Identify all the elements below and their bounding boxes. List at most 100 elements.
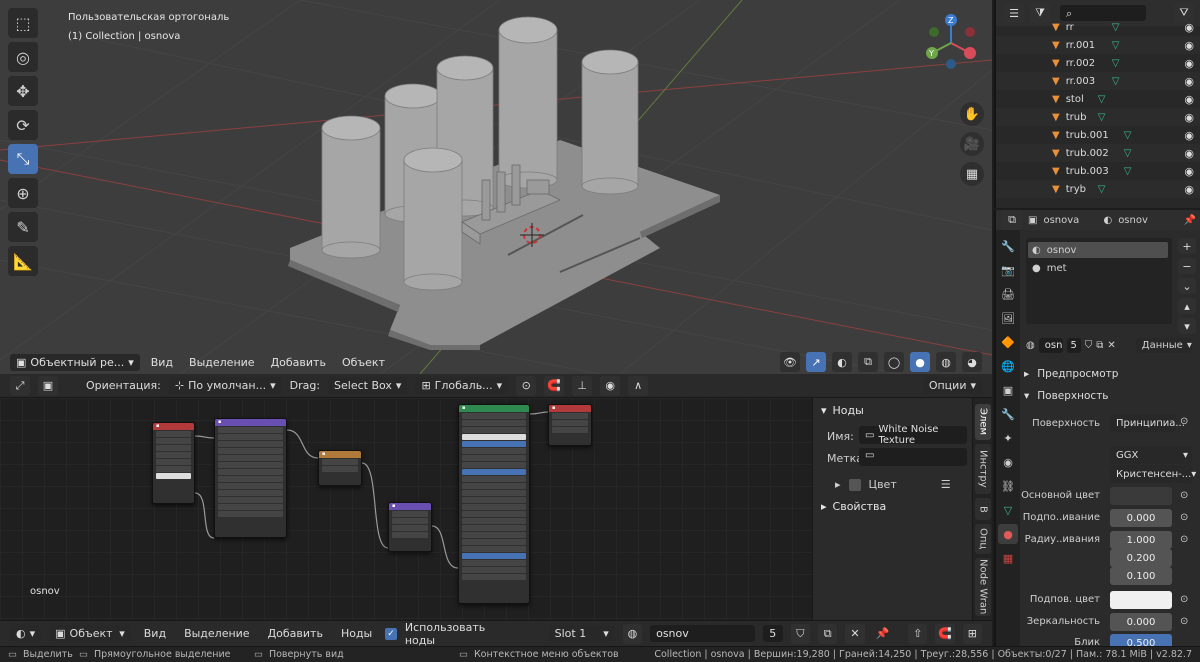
texture-coordinate-node[interactable]: ▪	[152, 422, 195, 504]
overlay-icon[interactable]: ◐	[832, 352, 852, 372]
color-checkbox[interactable]	[848, 478, 861, 491]
render-tab-icon[interactable]: 📷	[998, 260, 1018, 280]
eye-icon[interactable]: ◉	[1184, 93, 1194, 106]
grid-icon[interactable]: ▦	[960, 162, 984, 186]
slot-menu-button[interactable]: ⌄	[1178, 278, 1196, 294]
options-dropdown[interactable]: Опции ▾	[922, 377, 982, 394]
texture-tab-icon[interactable]: ▦	[998, 548, 1018, 568]
eye-icon[interactable]: ◉	[1184, 165, 1194, 178]
eye-icon[interactable]: ◉	[1184, 21, 1194, 34]
eye-icon[interactable]: ◉	[1184, 147, 1194, 160]
drag-dropdown[interactable]: Select Box ▾	[328, 377, 408, 394]
separate-node[interactable]: ▪	[318, 450, 362, 486]
link-dropdown[interactable]: Данные ▾	[1135, 338, 1192, 353]
eye-icon[interactable]: ◉	[1184, 57, 1194, 70]
falloff-icon[interactable]: ∧	[628, 375, 649, 396]
menu-view[interactable]: Вид	[139, 625, 171, 642]
rotate-tool-icon[interactable]: ⟳	[8, 110, 38, 140]
select-tool-icon[interactable]: ⬚	[8, 8, 38, 38]
proportional-edit-icon[interactable]: ◉	[600, 375, 621, 396]
xray-icon[interactable]: ⧉	[858, 352, 878, 372]
parent-node-icon[interactable]: ⇧	[908, 623, 928, 644]
gizmo-toggle-icon[interactable]: ↗	[806, 352, 826, 372]
navigation-gizmo[interactable]: Z Y	[920, 10, 982, 72]
close-icon[interactable]: ✕	[1107, 340, 1115, 351]
material-output-node[interactable]: ▪	[548, 404, 592, 446]
surface-shader-dropdown[interactable]: Принципиа...	[1110, 414, 1185, 432]
link-socket-icon[interactable]: ⊙	[1180, 490, 1188, 501]
scene-tab-icon[interactable]: 🔶	[998, 332, 1018, 352]
principled-bsdf-node[interactable]: ▪	[458, 404, 530, 604]
list-item[interactable]: ◐ osnov	[1028, 242, 1168, 258]
list-icon[interactable]: ☰	[941, 478, 951, 491]
close-icon[interactable]: ✕	[845, 623, 865, 644]
solid-shading-icon[interactable]: ●	[910, 352, 930, 372]
tab-tool[interactable]: Инстру	[975, 444, 991, 494]
white-noise-node[interactable]: ▪	[388, 502, 432, 552]
move-tool-icon[interactable]: ✥	[8, 76, 38, 106]
snap-mode-icon[interactable]: ⊞	[962, 623, 983, 644]
color-subpanel[interactable]: ▸ Цвет ☰	[835, 478, 951, 491]
particles-tab-icon[interactable]: ✦	[998, 428, 1018, 448]
transform-orientation-dropdown[interactable]: ⊞ Глобаль... ▾	[415, 377, 509, 394]
list-item[interactable]: ▼ tryb ▽ ◉	[996, 180, 1200, 198]
mode-dropdown[interactable]: ▣ Объектный ре... ▾	[10, 353, 140, 371]
list-item[interactable]: ● met	[1028, 260, 1168, 276]
node-name-field[interactable]: ▭ White Noise Texture	[859, 424, 967, 446]
add-slot-button[interactable]: +	[1178, 238, 1196, 254]
3d-viewport[interactable]: Пользовательская ортогональ (1) Collecti…	[0, 0, 992, 374]
material-field[interactable]: osn	[1038, 338, 1063, 353]
user-count[interactable]: 5	[762, 625, 783, 642]
object-tab-icon[interactable]: ▣	[998, 380, 1018, 400]
cursor-tool-icon[interactable]: ◎	[8, 42, 38, 72]
move-down-button[interactable]: ▾	[1178, 318, 1196, 334]
link-socket-icon[interactable]: ⊙	[1180, 594, 1188, 605]
list-item[interactable]: ▼ rr.003 ▽ ◉	[996, 72, 1200, 90]
wireframe-shading-icon[interactable]: ◯	[884, 352, 904, 372]
shader-settings-icon[interactable]: ⊙	[1180, 416, 1188, 427]
menu-view[interactable]: Вид	[146, 354, 178, 371]
specular-value[interactable]: 0.000	[1110, 613, 1172, 631]
material-browse-icon[interactable]: ◍	[1026, 340, 1035, 351]
use-nodes-checkbox[interactable]: ✓	[385, 627, 397, 640]
transform-icon[interactable]: ⤢	[10, 375, 30, 396]
menu-select[interactable]: Выделение	[179, 625, 255, 642]
data-tab-icon[interactable]: ▽	[998, 500, 1018, 520]
shader-type-dropdown[interactable]: ▣ Объект ▾	[49, 625, 131, 642]
list-item[interactable]: ▼ stol ▽ ◉	[996, 90, 1200, 108]
properties-section-header[interactable]: ▸ Свойства	[821, 500, 886, 513]
subsurface-method-dropdown[interactable]: Кристенсен-... ▾	[1110, 465, 1196, 483]
snap-icon[interactable]: 🧲	[544, 375, 565, 396]
link-socket-icon[interactable]: ⊙	[1180, 534, 1188, 545]
menu-add[interactable]: Добавить	[263, 625, 328, 642]
eye-icon[interactable]: ◉	[1184, 129, 1194, 142]
eye-icon[interactable]: ◉	[1184, 39, 1194, 52]
snap-target-icon[interactable]: ⊥	[572, 375, 593, 396]
physics-tab-icon[interactable]: ◉	[998, 452, 1018, 472]
tab-node-wrangler[interactable]: Node Wran	[975, 558, 991, 616]
eye-icon[interactable]: ◉	[1184, 183, 1194, 196]
remove-slot-button[interactable]: −	[1178, 258, 1196, 274]
move-up-button[interactable]: ▴	[1178, 298, 1196, 314]
eye-icon[interactable]: ◉	[1184, 111, 1194, 124]
tab-view[interactable]: В	[975, 498, 991, 520]
subsurface-value[interactable]: 0.000	[1110, 509, 1172, 527]
mapping-node[interactable]: ▪	[214, 418, 287, 538]
sheen-value[interactable]: 0.500	[1110, 634, 1172, 646]
modifier-tab-icon[interactable]: 🔧	[998, 404, 1018, 424]
list-item[interactable]: ▼ trub.001 ▽ ◉	[996, 126, 1200, 144]
base-color-linked[interactable]	[1110, 487, 1172, 505]
link-socket-icon[interactable]: ⊙	[1180, 616, 1188, 627]
fake-user-shield-icon[interactable]: ⛉	[790, 623, 810, 644]
visibility-icon[interactable]: 👁	[780, 352, 800, 372]
pin-icon[interactable]: 📌	[1184, 215, 1196, 226]
scale-tool-icon[interactable]: ⤡	[8, 144, 38, 174]
tab-options[interactable]: Опц	[975, 524, 991, 554]
material-tab-icon[interactable]: ●	[998, 524, 1018, 544]
camera-icon[interactable]: 🎥	[960, 132, 984, 156]
view-layer-tab-icon[interactable]: 🖼	[998, 308, 1018, 328]
menu-node[interactable]: Ноды	[336, 625, 377, 642]
fake-user-shield-icon[interactable]: ⛉	[1085, 340, 1093, 351]
menu-add[interactable]: Добавить	[266, 354, 331, 371]
material-browse-icon[interactable]: ◍	[622, 623, 643, 644]
